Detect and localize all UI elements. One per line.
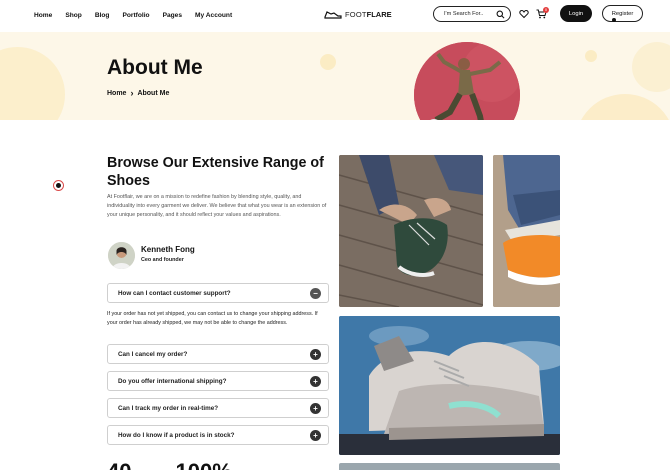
shoe-logo-icon: [324, 11, 342, 19]
orange-sneakers-photo: [493, 155, 560, 307]
nav-portfolio[interactable]: Portfolio: [122, 12, 149, 19]
nav-shop[interactable]: Shop: [65, 12, 81, 19]
nav-my-account[interactable]: My Account: [195, 12, 232, 19]
faq-item[interactable]: Do you offer international shipping? +: [107, 371, 329, 391]
breadcrumb-separator: ›: [130, 88, 134, 98]
expand-icon[interactable]: +: [310, 376, 321, 387]
hero-jumping-man-photo: [414, 42, 520, 120]
breadcrumb: Home › About Me: [107, 88, 169, 98]
faq-item-open[interactable]: How can I contact customer support? −: [107, 283, 329, 303]
breadcrumb-current: About Me: [137, 89, 170, 97]
faq-item[interactable]: How do I know if a product is in stock? …: [107, 425, 329, 445]
logo-text-part1: FOOT: [345, 10, 367, 19]
faq-item[interactable]: Can I cancel my order? +: [107, 344, 329, 364]
site-header: Home Shop Blog Portfolio Pages My Accoun…: [0, 0, 670, 32]
nav-home[interactable]: Home: [34, 12, 52, 19]
faq-question: Can I track my order in real-time?: [118, 404, 219, 412]
faq-question: How do I know if a product is in stock?: [118, 431, 235, 439]
register-button[interactable]: Register: [602, 5, 643, 22]
stat-value: 100%: [175, 459, 231, 470]
avatar: [108, 242, 135, 269]
person-role: Ceo and founder: [141, 257, 184, 263]
hero-decor-circle: [320, 54, 336, 70]
page-title: About Me: [107, 56, 203, 79]
expand-icon[interactable]: +: [310, 430, 321, 441]
nav-blog[interactable]: Blog: [95, 12, 110, 19]
hero-decor-circle: [0, 47, 65, 120]
page-hero: About Me Home › About Me: [0, 32, 670, 120]
white-sneaker-closeup-photo: [339, 316, 560, 455]
search-input[interactable]: I'm Search For..: [433, 6, 511, 22]
collapse-icon[interactable]: −: [310, 288, 321, 299]
hero-decor-circle: [575, 94, 670, 120]
search-icon[interactable]: [496, 10, 505, 19]
logo-text-part2: FLARE: [366, 10, 392, 19]
faq-answer: If your order has not yet shipped, you c…: [107, 311, 318, 327]
search-placeholder: I'm Search For..: [444, 11, 484, 17]
section-description: At Footflair, we are on a mission to red…: [107, 194, 327, 219]
wishlist-heart-icon[interactable]: [519, 9, 529, 19]
expand-icon[interactable]: +: [310, 349, 321, 360]
stat-value: 40: [107, 459, 131, 470]
scroll-indicator[interactable]: [53, 180, 64, 191]
faq-question: Do you offer international shipping?: [118, 377, 227, 385]
site-logo[interactable]: FOOT FLARE: [324, 10, 392, 19]
section-title: Browse Our Extensive Range of Shoes: [107, 155, 324, 189]
faq-question: How can I contact customer support?: [118, 289, 231, 297]
faq-question: Can I cancel my order?: [118, 350, 188, 358]
main-nav: Home Shop Blog Portfolio Pages My Accoun…: [34, 12, 232, 19]
bottom-photo-partial: [339, 463, 560, 470]
hero-decor-circle: [632, 42, 670, 92]
breadcrumb-home[interactable]: Home: [107, 90, 126, 97]
login-button[interactable]: Login: [560, 5, 592, 22]
hero-decor-circle: [585, 50, 597, 62]
expand-icon[interactable]: +: [310, 403, 321, 414]
person-name: Kenneth Fong: [141, 245, 195, 254]
stats-row: 40 100%: [107, 459, 232, 470]
nav-pages[interactable]: Pages: [163, 12, 182, 19]
mouse-cursor: [612, 18, 616, 22]
cart-count-badge: 0: [543, 7, 549, 13]
faq-item[interactable]: Can I track my order in real-time? +: [107, 398, 329, 418]
tying-shoe-photo: [339, 155, 483, 307]
